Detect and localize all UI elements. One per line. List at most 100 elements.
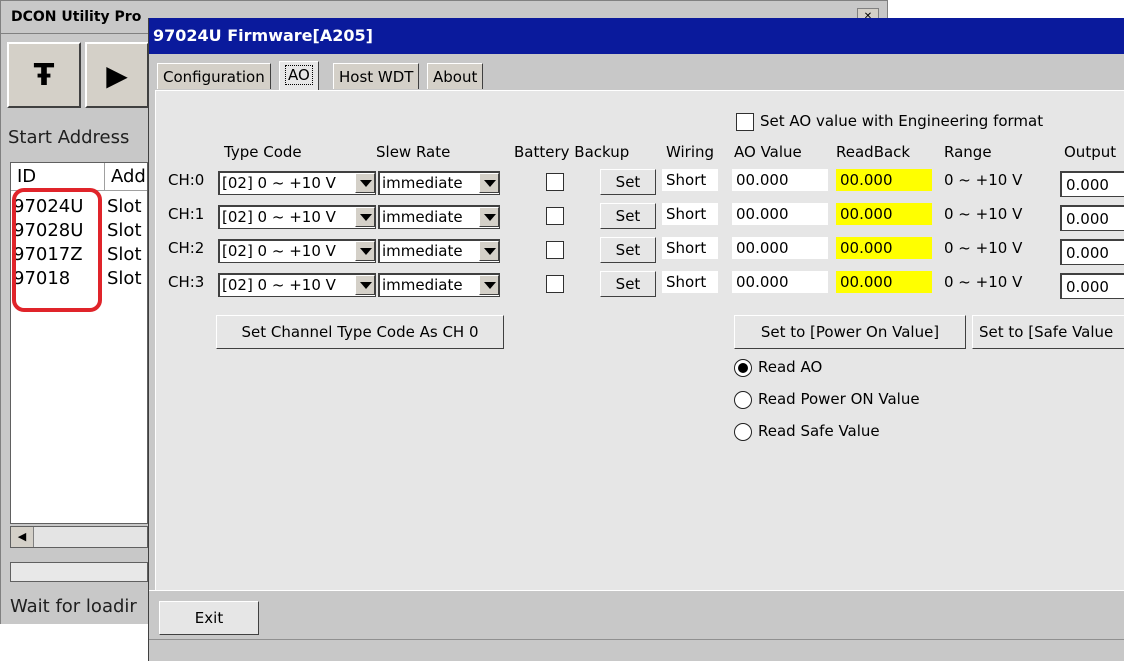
- chevron-down-icon[interactable]: [479, 275, 499, 295]
- list-item-addr: Slot: [107, 268, 142, 289]
- dialog-titlebar: 97024U Firmware[A205]: [149, 18, 1124, 54]
- chevron-down-icon[interactable]: [479, 241, 499, 261]
- battery-backup-checkbox[interactable]: [546, 241, 564, 259]
- set-power-on-value-button[interactable]: Set to [Power On Value]: [734, 315, 966, 349]
- battery-backup-checkbox[interactable]: [546, 173, 564, 191]
- exit-button[interactable]: Exit: [159, 601, 259, 635]
- list-header-address[interactable]: Add: [105, 163, 147, 191]
- header-type-code: Type Code: [224, 143, 302, 161]
- type-code-value: [02] 0 ~ +10 V: [222, 276, 336, 294]
- chevron-down-icon[interactable]: [479, 207, 499, 227]
- read-power-on-label: Read Power ON Value: [758, 390, 920, 408]
- ao-value-field[interactable]: 00.000: [732, 237, 828, 259]
- type-code-value: [02] 0 ~ +10 V: [222, 174, 336, 192]
- output-field[interactable]: 0.000: [1060, 171, 1124, 197]
- battery-backup-checkbox[interactable]: [546, 275, 564, 293]
- ao-value-field[interactable]: 00.000: [732, 271, 828, 293]
- output-field[interactable]: 0.000: [1060, 205, 1124, 231]
- channel-label: CH:2: [168, 239, 205, 257]
- chevron-down-icon[interactable]: [355, 207, 375, 227]
- wiring-value: Short: [662, 169, 718, 191]
- tab-about[interactable]: About: [427, 63, 484, 89]
- header-output: Output: [1064, 143, 1117, 161]
- read-ao-radio[interactable]: [734, 359, 752, 377]
- output-field[interactable]: 0.000: [1060, 239, 1124, 265]
- slew-rate-select[interactable]: immediate: [378, 171, 500, 195]
- horizontal-scrollbar[interactable]: ◀: [10, 526, 148, 548]
- tab-configuration[interactable]: Configuration: [157, 63, 271, 89]
- module-icon: Ŧ: [33, 57, 55, 93]
- read-safe-value-label: Read Safe Value: [758, 422, 880, 440]
- list-item-addr: Slot: [107, 196, 142, 217]
- readback-value: 00.000: [836, 169, 932, 191]
- slew-rate-value: immediate: [382, 276, 463, 294]
- list-header-id[interactable]: ID: [11, 163, 105, 191]
- annotation-highlight-box: [12, 188, 102, 312]
- slew-rate-value: immediate: [382, 242, 463, 260]
- search-module-button[interactable]: Ŧ: [7, 42, 81, 108]
- wiring-value: Short: [662, 237, 718, 259]
- firmware-dialog: 97024U Firmware[A205] Configuration AO H…: [148, 18, 1124, 661]
- set-button[interactable]: Set: [600, 203, 656, 229]
- set-safe-value-button[interactable]: Set to [Safe Value: [972, 315, 1124, 349]
- channel-label: CH:1: [168, 205, 205, 223]
- battery-backup-checkbox[interactable]: [546, 207, 564, 225]
- chevron-down-icon[interactable]: [479, 173, 499, 193]
- ao-value-field[interactable]: 00.000: [732, 169, 828, 191]
- readback-value: 00.000: [836, 271, 932, 293]
- read-safe-value-radio[interactable]: [734, 423, 752, 441]
- wiring-value: Short: [662, 203, 718, 225]
- read-power-on-radio[interactable]: [734, 391, 752, 409]
- scroll-left-icon[interactable]: ◀: [11, 527, 34, 547]
- slew-rate-select[interactable]: immediate: [378, 205, 500, 229]
- header-readback: ReadBack: [836, 143, 911, 161]
- list-item-addr: Slot: [107, 220, 142, 241]
- output-field[interactable]: 0.000: [1060, 273, 1124, 299]
- header-slew-rate: Slew Rate: [376, 143, 451, 161]
- chevron-down-icon[interactable]: [355, 275, 375, 295]
- set-button[interactable]: Set: [600, 169, 656, 195]
- channel-label: CH:3: [168, 273, 205, 291]
- chevron-down-icon[interactable]: [355, 241, 375, 261]
- set-channel-type-button[interactable]: Set Channel Type Code As CH 0: [216, 315, 504, 349]
- tab-ao[interactable]: AO: [279, 61, 319, 91]
- ao-tab-panel: Set AO value with Engineering format Typ…: [155, 90, 1124, 590]
- tab-host-wdt[interactable]: Host WDT: [333, 63, 420, 89]
- read-ao-label: Read AO: [758, 358, 823, 376]
- type-code-select[interactable]: [02] 0 ~ +10 V: [218, 205, 376, 229]
- wiring-value: Short: [662, 271, 718, 293]
- tab-label: Host WDT: [339, 68, 414, 86]
- readback-value: 00.000: [836, 203, 932, 225]
- header-range: Range: [944, 143, 992, 161]
- set-button[interactable]: Set: [600, 237, 656, 263]
- progress-bar: [10, 562, 148, 582]
- ao-value-field[interactable]: 00.000: [732, 203, 828, 225]
- readback-value: 00.000: [836, 237, 932, 259]
- type-code-select[interactable]: [02] 0 ~ +10 V: [218, 239, 376, 263]
- range-value: 0 ~ +10 V: [944, 273, 1023, 291]
- run-button[interactable]: ▶: [85, 42, 149, 108]
- engineering-format-checkbox[interactable]: [736, 113, 754, 131]
- status-text: Wait for loadir: [10, 596, 137, 617]
- range-value: 0 ~ +10 V: [944, 239, 1023, 257]
- list-item-addr: Slot: [107, 244, 142, 265]
- header-wiring: Wiring: [666, 143, 715, 161]
- engineering-format-label: Set AO value with Engineering format: [760, 112, 1044, 130]
- slew-rate-select[interactable]: immediate: [378, 273, 500, 297]
- range-value: 0 ~ +10 V: [944, 171, 1023, 189]
- set-button[interactable]: Set: [600, 271, 656, 297]
- slew-rate-value: immediate: [382, 174, 463, 192]
- background-window-title: DCON Utility Pro: [11, 9, 142, 25]
- dialog-footer: Exit: [149, 590, 1124, 661]
- header-battery-backup: Battery Backup: [514, 143, 630, 161]
- divider: [149, 639, 1124, 640]
- tab-label: Configuration: [163, 68, 265, 86]
- type-code-select[interactable]: [02] 0 ~ +10 V: [218, 273, 376, 297]
- slew-rate-select[interactable]: immediate: [378, 239, 500, 263]
- chevron-down-icon[interactable]: [355, 173, 375, 193]
- type-code-select[interactable]: [02] 0 ~ +10 V: [218, 171, 376, 195]
- range-value: 0 ~ +10 V: [944, 205, 1023, 223]
- tab-label: About: [433, 68, 478, 86]
- play-icon: ▶: [106, 58, 128, 92]
- start-address-label: Start Address: [8, 127, 130, 148]
